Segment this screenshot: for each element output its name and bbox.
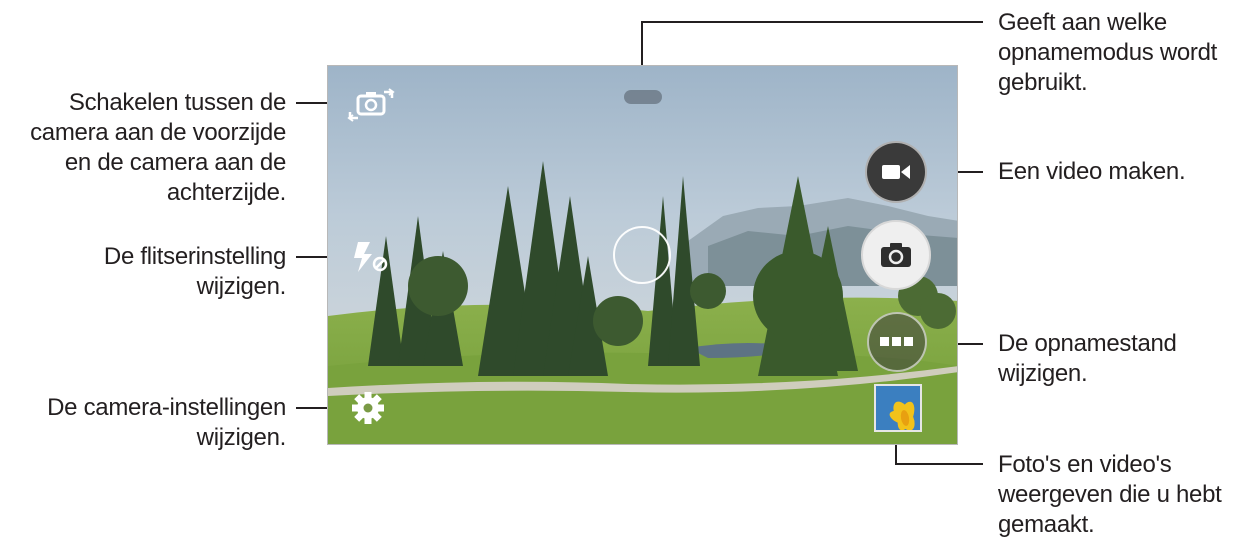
leader-gallery-h [895, 463, 983, 465]
switch-camera-icon[interactable] [346, 84, 398, 124]
callout-settings: De camera-instellingen wijzigen. [47, 394, 286, 451]
shutter-button[interactable] [861, 220, 931, 290]
focus-ring [613, 226, 671, 284]
shooting-mode-indicator [624, 90, 662, 104]
gear-icon[interactable] [350, 390, 386, 426]
more-dots-icon [880, 337, 913, 346]
leader-mode-indicator-h [641, 21, 983, 23]
callout-switch-camera: Schakelen tussen de camera aan de voorzi… [30, 89, 286, 206]
record-video-button[interactable] [865, 141, 927, 203]
camera-icon [881, 243, 911, 267]
shooting-mode-button[interactable] [867, 312, 927, 372]
callout-mode-indicator: Geeft aan welke opnamemodus wordt gebrui… [998, 9, 1218, 96]
flash-off-icon[interactable] [348, 238, 392, 276]
callout-gallery: Foto's en video's weergeven die u hebt g… [998, 451, 1222, 538]
gallery-thumbnail[interactable] [874, 384, 922, 432]
callout-record-video: Een video maken. [998, 158, 1186, 185]
camera-viewfinder[interactable] [327, 65, 958, 445]
callout-shooting-mode: De opnamestand wijzigen. [998, 330, 1177, 387]
callout-flash: De flitserinstelling wijzigen. [103, 243, 286, 300]
video-camera-icon [882, 165, 910, 179]
